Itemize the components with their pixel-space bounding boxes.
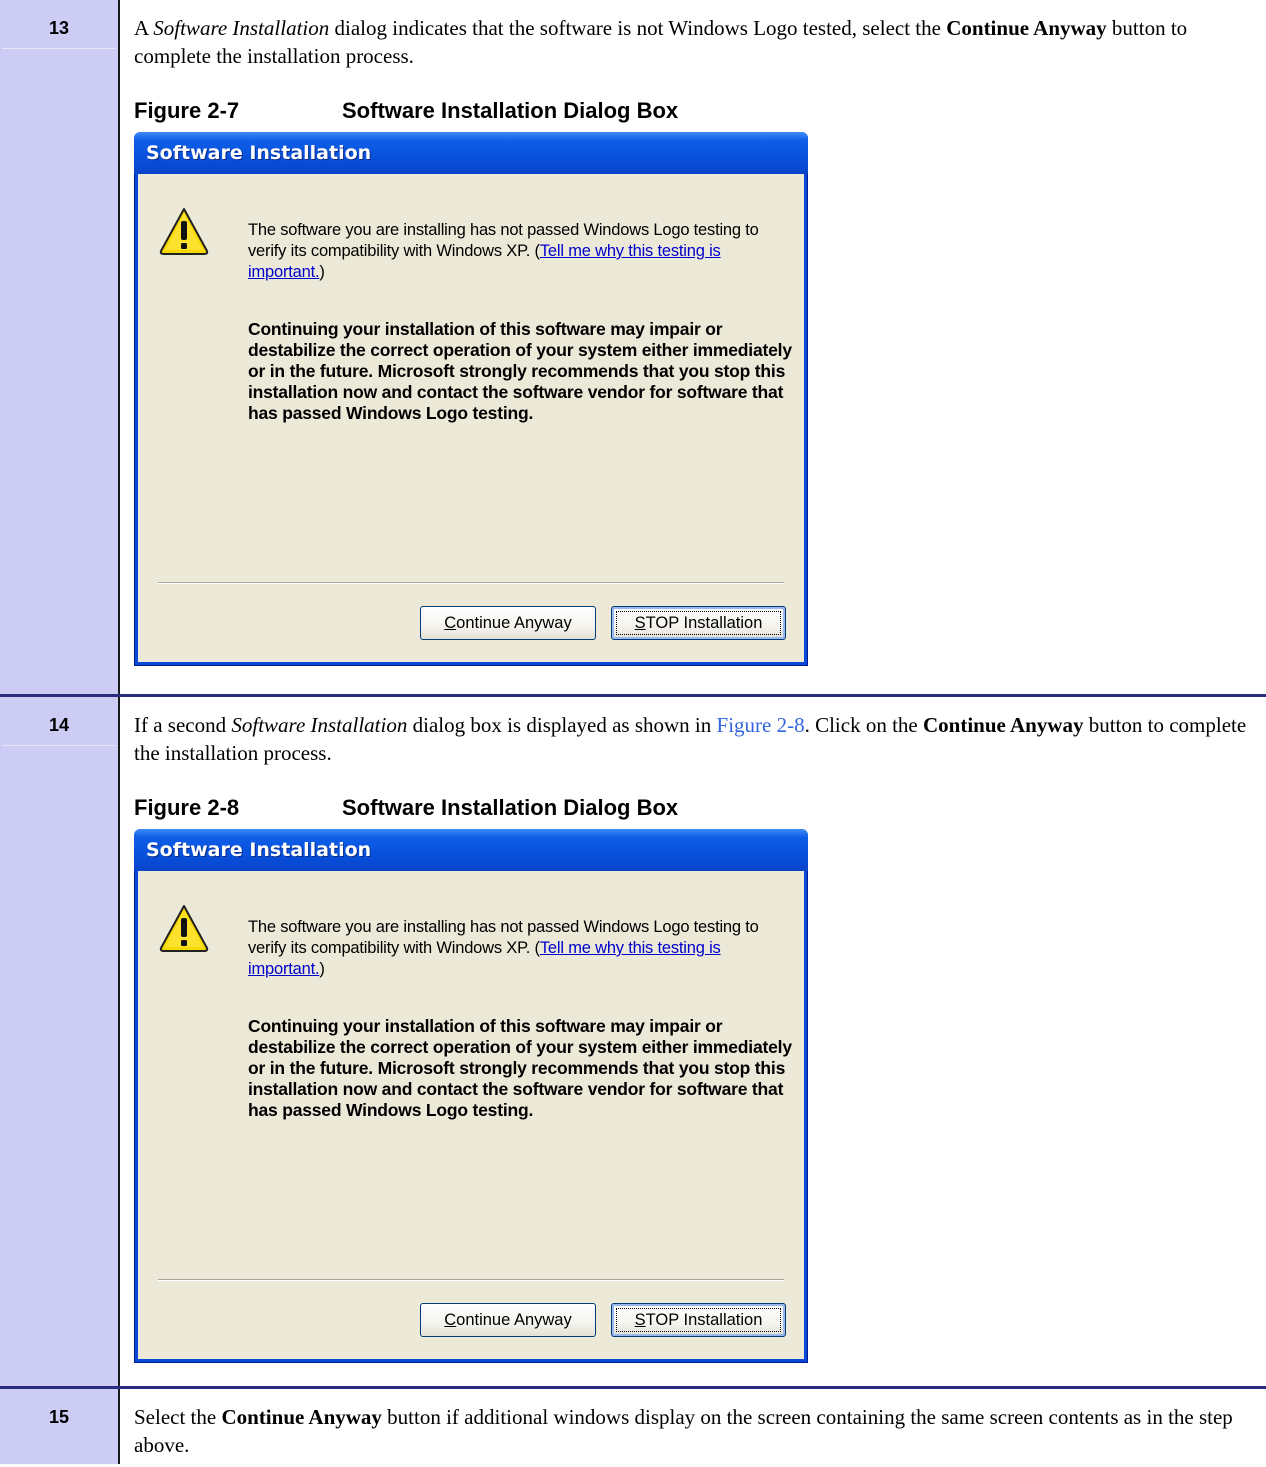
- continue-anyway-button[interactable]: Continue Anyway: [420, 606, 596, 640]
- step-body: If a second Software Installation dialog…: [120, 697, 1266, 1386]
- step-instruction: A Software Installation dialog indicates…: [134, 14, 1256, 70]
- dialog-client-area: The software you are installing has not …: [138, 174, 804, 662]
- dialog-separator: [158, 1279, 784, 1281]
- italic-term: Software Installation: [231, 713, 408, 737]
- text-run: If a second: [134, 713, 232, 737]
- dialog-client-area: The software you are installing has not …: [138, 871, 804, 1359]
- dialog-titlebar: Software Installation: [134, 829, 808, 871]
- text-run: . Click on the: [804, 713, 923, 737]
- dialog-warning-text: Continuing your installation of this sof…: [248, 1016, 792, 1120]
- figure-cross-reference-link[interactable]: Figure 2-8: [717, 713, 805, 737]
- text-run: Select the: [134, 1405, 222, 1429]
- figure-title: Software Installation Dialog Box: [342, 795, 679, 820]
- button-label: ontinue Anyway: [456, 614, 572, 632]
- step-number-rule: [2, 745, 116, 746]
- bold-term: Continue Anyway: [946, 16, 1107, 40]
- figure-number: Figure 2-8: [134, 795, 240, 820]
- step-instruction: Select the Continue Anyway button if add…: [134, 1403, 1256, 1459]
- step-row-15: 15 Select the Continue Anyway button if …: [0, 1389, 1266, 1464]
- dialog-message: The software you are installing has not …: [248, 917, 788, 980]
- software-installation-dialog: Software Installation The software you a…: [134, 132, 808, 666]
- warning-icon: [159, 905, 209, 952]
- text-run: A: [134, 16, 154, 40]
- step-row-13: 13 A Software Installation dialog indica…: [0, 0, 1266, 697]
- text-run: dialog box is displayed as shown in: [407, 713, 717, 737]
- software-installation-dialog: Software Installation The software you a…: [134, 829, 808, 1363]
- dialog-titlebar: Software Installation: [134, 132, 808, 174]
- dialog-separator: [158, 582, 784, 584]
- continue-anyway-button[interactable]: Continue Anyway: [420, 1303, 596, 1337]
- step-number-cell: 13: [0, 0, 120, 694]
- figure-caption: Figure 2-7 Software Installation Dialog B…: [134, 96, 1256, 126]
- button-label: ontinue Anyway: [456, 1311, 572, 1329]
- bold-term: Continue Anyway: [923, 713, 1084, 737]
- step-instruction: If a second Software Installation dialog…: [134, 711, 1256, 767]
- figure-title: Software Installation Dialog Box: [342, 98, 679, 123]
- message-text-end: ): [319, 960, 325, 978]
- step-number: 14: [48, 715, 70, 735]
- procedure-steps-table: 13 A Software Installation dialog indica…: [0, 0, 1266, 1464]
- step-number: 15: [48, 1407, 70, 1427]
- message-text-end: ): [319, 263, 325, 281]
- figure-number: Figure 2-7: [134, 98, 240, 123]
- dialog-message: The software you are installing has not …: [248, 220, 788, 283]
- button-mnemonic: C: [444, 1311, 457, 1329]
- step-number-cell: 14: [0, 697, 120, 1386]
- warning-icon: [159, 208, 209, 255]
- step-number: 13: [48, 18, 70, 38]
- dialog-warning-text: Continuing your installation of this sof…: [248, 319, 792, 423]
- focus-rect: [616, 611, 781, 635]
- text-run: dialog indicates that the software is no…: [329, 16, 947, 40]
- step-number-cell: 15: [0, 1389, 120, 1464]
- step-number-rule: [2, 48, 116, 49]
- button-mnemonic: C: [444, 614, 457, 632]
- step-row-14: 14 If a second Software Installation dia…: [0, 697, 1266, 1389]
- stop-installation-button[interactable]: STOP Installation: [611, 1303, 786, 1337]
- focus-rect: [616, 1308, 781, 1332]
- step-body: Select the Continue Anyway button if add…: [120, 1389, 1266, 1464]
- bold-term: Continue Anyway: [221, 1405, 382, 1429]
- step-body: A Software Installation dialog indicates…: [120, 0, 1266, 694]
- italic-term: Software Installation: [153, 16, 330, 40]
- figure-caption: Figure 2-8 Software Installation Dialog B…: [134, 793, 1256, 823]
- stop-installation-button[interactable]: STOP Installation: [611, 606, 786, 640]
